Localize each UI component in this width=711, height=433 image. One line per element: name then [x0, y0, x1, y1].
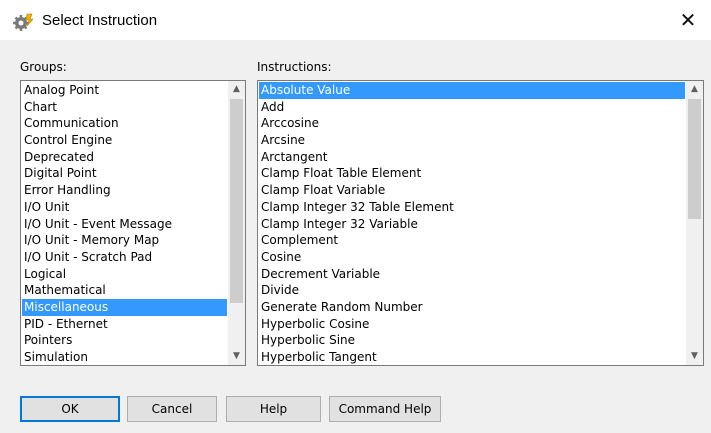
instructions-listbox[interactable]: Absolute Value Add Arccosine Arcsine Arctang… [257, 80, 704, 366]
instruction-list-item[interactable]: Absolute Value [259, 82, 685, 99]
instruction-list-item[interactable]: Clamp Float Table Element [259, 165, 685, 182]
help-button[interactable]: Help [226, 396, 321, 422]
close-button[interactable]: ✕ [665, 0, 711, 40]
groups-list: Analog Point Chart Communication Control En… [22, 82, 227, 364]
instruction-list-item[interactable]: Add [259, 99, 685, 116]
gear-icon [13, 13, 34, 31]
instruction-list-item[interactable]: Cosine [259, 249, 685, 266]
group-list-item[interactable]: Pointers [22, 332, 227, 349]
groups-scrollbar[interactable]: ▲ ▼ [228, 81, 245, 365]
group-list-item[interactable]: I/O Unit - Memory Map [22, 232, 227, 249]
group-list-item[interactable]: Error Handling [22, 182, 227, 199]
instructions-label: Instructions: [257, 60, 332, 74]
scroll-up-icon[interactable]: ▲ [686, 81, 703, 98]
group-list-item[interactable]: Control Engine [22, 132, 227, 149]
group-list-item[interactable]: Mathematical [22, 282, 227, 299]
group-list-item[interactable]: Simulation [22, 349, 227, 364]
group-list-item[interactable]: Communication [22, 115, 227, 132]
instruction-list-item[interactable]: Decrement Variable [259, 266, 685, 283]
group-list-item[interactable]: Miscellaneous [22, 298, 227, 316]
instruction-list-item[interactable]: Clamp Integer 32 Table Element [259, 199, 685, 216]
group-list-item[interactable]: I/O Unit - Event Message [22, 216, 227, 233]
instruction-list-item[interactable]: Arctangent [259, 149, 685, 166]
instruction-list-item[interactable]: Hyperbolic Cosine [259, 316, 685, 333]
group-list-item[interactable]: Digital Point [22, 165, 227, 182]
instruction-list-item[interactable]: Generate Random Number [259, 299, 685, 316]
instruction-list-item[interactable]: Arcsine [259, 132, 685, 149]
scroll-thumb[interactable] [230, 99, 243, 303]
scroll-down-icon[interactable]: ▼ [686, 348, 703, 365]
groups-label: Groups: [20, 60, 67, 74]
instruction-list-item[interactable]: Arccosine [259, 115, 685, 132]
title-bar: Select Instruction ✕ [0, 0, 711, 40]
instructions-scrollbar[interactable]: ▲ ▼ [686, 81, 703, 365]
instruction-list-item[interactable]: Divide [259, 282, 685, 299]
group-list-item[interactable]: Deprecated [22, 149, 227, 166]
instruction-list-item[interactable]: Hyperbolic Sine [259, 332, 685, 349]
instruction-list-item[interactable]: Clamp Float Variable [259, 182, 685, 199]
instructions-list: Absolute Value Add Arccosine Arcsine Arctang… [259, 82, 685, 364]
group-list-item[interactable]: Chart [22, 99, 227, 116]
window-title: Select Instruction [42, 12, 158, 29]
group-list-item[interactable]: Logical [22, 266, 227, 283]
group-list-item[interactable]: I/O Unit - Scratch Pad [22, 249, 227, 266]
scroll-down-icon[interactable]: ▼ [228, 348, 245, 365]
instruction-list-item[interactable]: Complement [259, 232, 685, 249]
instruction-list-item[interactable]: Hyperbolic Tangent [259, 349, 685, 364]
scroll-thumb[interactable] [688, 99, 701, 219]
command-help-button[interactable]: Command Help [329, 396, 441, 422]
ok-button[interactable]: OK [20, 396, 120, 422]
select-instruction-dialog: Select Instruction ✕ Groups: Instruction… [0, 0, 711, 433]
group-list-item[interactable]: I/O Unit [22, 199, 227, 216]
group-list-item[interactable]: PID - Ethernet [22, 316, 227, 333]
cancel-button[interactable]: Cancel [127, 396, 217, 422]
groups-listbox[interactable]: Analog Point Chart Communication Control En… [20, 80, 246, 366]
instruction-list-item[interactable]: Clamp Integer 32 Variable [259, 216, 685, 233]
scroll-up-icon[interactable]: ▲ [228, 81, 245, 98]
group-list-item[interactable]: Analog Point [22, 82, 227, 99]
